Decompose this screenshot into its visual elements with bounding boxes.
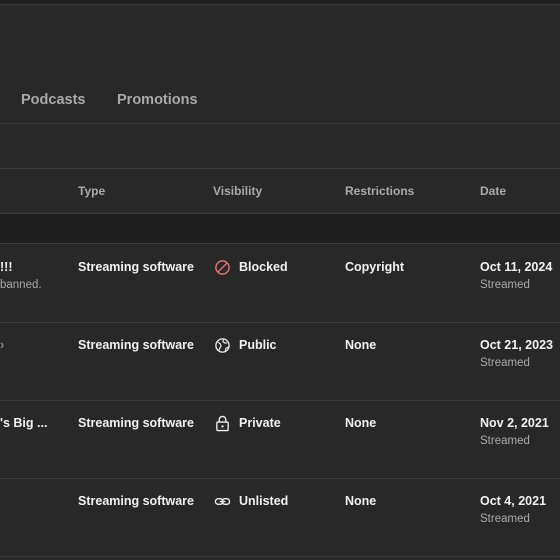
date-status: Streamed — [480, 357, 530, 369]
table-header: Type Visibility Restrictions Date — [0, 169, 560, 213]
date-cell: Oct 4, 2021 — [480, 494, 547, 508]
video-title[interactable]: !!! — [0, 260, 13, 274]
table-band — [0, 214, 560, 243]
video-title-fragment: › — [0, 338, 5, 352]
link-icon — [214, 497, 231, 505]
tab-bar: Podcasts Promotions — [0, 80, 560, 122]
header-restrictions[interactable]: Restrictions — [345, 184, 414, 198]
table-row[interactable]: !!! banned. Streaming software Blocked C… — [0, 244, 560, 323]
top-bar — [0, 0, 560, 5]
globe-icon — [215, 337, 230, 353]
type-cell: Streaming software — [78, 338, 195, 352]
visibility-cell[interactable]: Private — [214, 414, 281, 432]
blocked-icon — [215, 259, 230, 275]
visibility-cell[interactable]: Unlisted — [214, 492, 288, 510]
tab-promotions[interactable]: Promotions — [117, 92, 198, 108]
date-status: Streamed — [480, 435, 530, 447]
date-cell: Nov 2, 2021 — [480, 416, 549, 430]
date-cell: Oct 11, 2024 — [480, 260, 553, 274]
date-status: Streamed — [480, 279, 530, 291]
header-type[interactable]: Type — [78, 184, 105, 198]
lock-icon — [216, 415, 229, 431]
type-cell: Streaming software — [78, 260, 195, 274]
visibility-label: Private — [239, 416, 281, 430]
visibility-label: Public — [239, 338, 277, 352]
table-row[interactable]: 's Big ... Streaming software Private No… — [0, 400, 560, 479]
restrictions-cell: None — [345, 494, 377, 508]
type-cell: Streaming software — [78, 494, 195, 508]
header-date[interactable]: Date — [480, 184, 506, 198]
video-description: banned. — [0, 279, 42, 291]
restrictions-cell[interactable]: Copyright — [345, 260, 404, 274]
visibility-label: Unlisted — [239, 494, 289, 508]
date-status: Streamed — [480, 513, 530, 525]
tab-podcasts[interactable]: Podcasts — [21, 92, 85, 108]
type-cell: Streaming software — [78, 416, 195, 430]
video-title[interactable]: 's Big ... — [0, 416, 47, 430]
restrictions-cell: None — [345, 338, 377, 352]
divider — [0, 123, 560, 124]
visibility-label: Blocked — [239, 260, 288, 274]
visibility-cell[interactable]: Blocked — [214, 258, 288, 276]
header-visibility[interactable]: Visibility — [213, 184, 262, 198]
visibility-cell[interactable]: Public — [214, 336, 277, 354]
table-row[interactable]: Streaming software Unlisted None Oct 4, … — [0, 478, 560, 557]
table-row[interactable]: › Streaming software Public None Oct 21,… — [0, 322, 560, 401]
date-cell: Oct 21, 2023 — [480, 338, 553, 352]
restrictions-cell: None — [345, 416, 377, 430]
